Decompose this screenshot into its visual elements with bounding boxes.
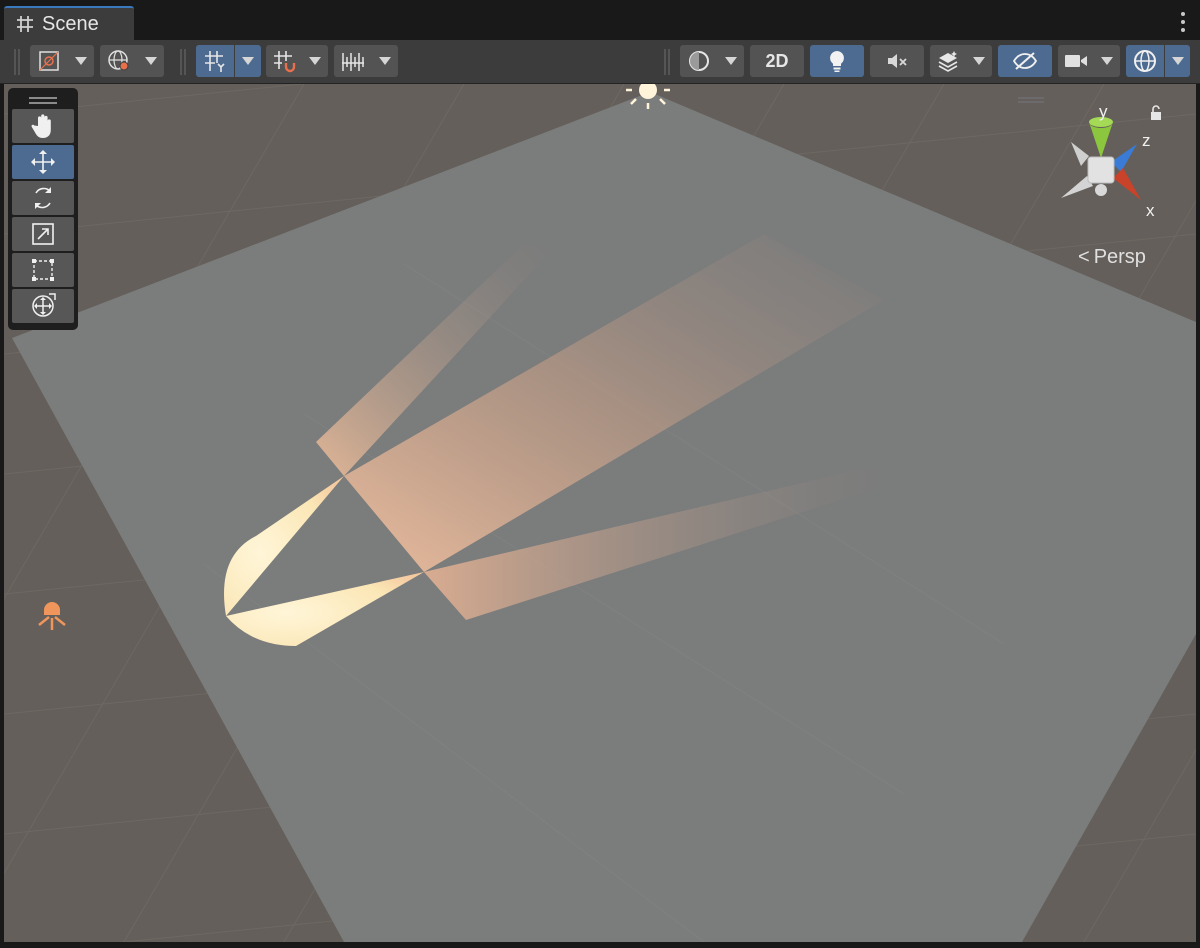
chevron-down-icon[interactable] <box>68 45 94 77</box>
grid-snapping-button[interactable] <box>266 45 328 77</box>
more-options-icon[interactable] <box>1180 12 1186 32</box>
chevron-down-icon[interactable] <box>234 45 261 77</box>
rotate-tool-button[interactable] <box>12 181 74 215</box>
rect-transform-icon <box>32 259 54 281</box>
pivot-rotation-button[interactable] <box>100 45 164 77</box>
lock-icon <box>1151 105 1161 120</box>
chevron-down-icon[interactable] <box>718 45 744 77</box>
tool-palette <box>8 88 78 330</box>
transform-tool-button[interactable] <box>12 289 74 323</box>
scene-tab[interactable]: Scene <box>4 6 134 40</box>
scale-icon <box>32 223 54 245</box>
rect-tool-button[interactable] <box>12 253 74 287</box>
2d-toggle-button[interactable]: 2D <box>750 45 804 77</box>
increment-snapping-button[interactable] <box>334 45 398 77</box>
grid-y-icon <box>205 51 225 72</box>
scene-tab-bar: Scene <box>0 0 1200 40</box>
scene-tab-label: Scene <box>42 12 99 35</box>
sphere-shading-icon <box>689 51 709 71</box>
toolbar-grip[interactable] <box>14 49 20 75</box>
rotate-icon <box>35 187 51 209</box>
toolbar-grip[interactable] <box>180 49 186 75</box>
axis-y-label[interactable]: y <box>1099 102 1108 122</box>
chevron-down-icon[interactable] <box>1094 45 1120 77</box>
move-tool-button[interactable] <box>12 145 74 179</box>
overlay-handle <box>1018 97 1044 103</box>
tool-palette-handle[interactable] <box>12 91 74 109</box>
grid-hash-icon <box>17 16 33 32</box>
chevron-down-icon[interactable] <box>302 45 328 77</box>
globe-pivot-icon <box>108 50 129 71</box>
toolbar-grip[interactable] <box>664 49 670 75</box>
axis-x-label[interactable]: x <box>1146 201 1155 221</box>
gizmo-globe-icon <box>1134 50 1156 72</box>
ground-plane <box>12 92 1196 942</box>
effects-button[interactable] <box>930 45 992 77</box>
spot-light-icon <box>38 602 66 630</box>
scene-render[interactable] <box>4 84 1196 942</box>
scene-viewport[interactable]: y z x < Persp <box>4 84 1196 942</box>
draw-mode-button[interactable] <box>30 45 94 77</box>
effects-stack-icon <box>938 51 958 72</box>
shaded-draw-mode-icon <box>39 51 59 71</box>
chevron-left-icon: < <box>1078 246 1090 268</box>
scene-toolbar: 2D <box>0 40 1200 84</box>
ruler-increment-icon <box>342 53 364 71</box>
gizmos-button[interactable] <box>1126 45 1190 77</box>
render-mode-button[interactable] <box>680 45 744 77</box>
lighting-toggle-button[interactable] <box>810 45 864 77</box>
grid-snap-magnet-icon <box>274 51 296 73</box>
audio-toggle-button[interactable] <box>870 45 924 77</box>
audio-mute-icon <box>888 54 907 68</box>
transform-combo-icon <box>32 293 56 317</box>
eye-slash-icon <box>1012 52 1038 70</box>
scale-tool-button[interactable] <box>12 217 74 251</box>
chevron-down-icon[interactable] <box>138 45 164 77</box>
lightbulb-icon <box>830 51 844 72</box>
grid-visibility-button[interactable] <box>196 45 261 77</box>
2d-toggle-label: 2D <box>765 50 789 71</box>
chevron-down-icon[interactable] <box>966 45 992 77</box>
camera-icon <box>1065 55 1087 67</box>
scene-visibility-button[interactable] <box>998 45 1052 77</box>
projection-toggle[interactable]: < Persp <box>1078 246 1146 269</box>
chevron-down-icon[interactable] <box>1164 45 1191 77</box>
chevron-down-icon[interactable] <box>372 45 398 77</box>
hand-tool-button[interactable] <box>12 109 74 143</box>
axis-z-label[interactable]: z <box>1142 131 1151 151</box>
orientation-gizmo <box>1061 117 1141 200</box>
camera-settings-button[interactable] <box>1058 45 1120 77</box>
projection-label: Persp <box>1093 246 1146 268</box>
hand-icon <box>31 114 51 138</box>
move-arrows-icon <box>31 150 55 174</box>
